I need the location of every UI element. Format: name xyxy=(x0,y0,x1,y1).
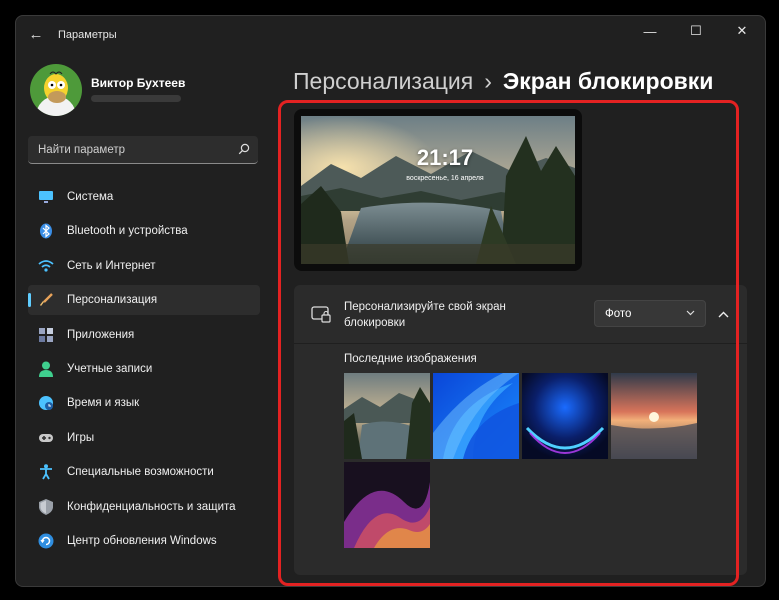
sidebar-item-gaming[interactable]: Игры xyxy=(28,423,260,453)
sidebar-item-label: Игры xyxy=(67,431,95,444)
wifi-icon xyxy=(38,258,54,274)
gamepad-icon xyxy=(38,430,54,446)
sidebar-item-privacy[interactable]: Конфиденциальность и защита xyxy=(28,492,260,522)
search-box[interactable]: Найти параметр xyxy=(28,136,258,164)
sidebar-item-bluetooth[interactable]: Bluetooth и устройства xyxy=(28,216,260,246)
sidebar-item-label: Конфиденциальность и защита xyxy=(67,500,236,513)
sidebar-item-label: Система xyxy=(67,191,114,203)
sidebar-item-windows-update[interactable]: Центр обновления Windows xyxy=(28,526,260,556)
maximize-button[interactable]: ☐ xyxy=(673,16,719,46)
globe-clock-icon xyxy=(38,395,54,411)
accessibility-icon xyxy=(38,464,54,480)
sidebar-item-accessibility[interactable]: Специальные возможности xyxy=(28,457,260,487)
sidebar-nav: Система Bluetooth и устройства Сеть и Ин… xyxy=(28,182,260,560)
breadcrumb-parent[interactable]: Персонализация xyxy=(293,68,473,94)
sidebar-item-system[interactable]: Система xyxy=(28,182,260,212)
sidebar-item-label: Центр обновления Windows xyxy=(67,534,217,547)
user-email-blurred xyxy=(91,95,181,102)
sidebar-item-accounts[interactable]: Учетные записи xyxy=(28,354,260,384)
update-icon xyxy=(38,533,54,549)
brush-icon xyxy=(38,292,54,308)
app-title: Параметры xyxy=(58,29,117,41)
shield-icon xyxy=(38,498,54,515)
breadcrumb: Персонализация › Экран блокировки xyxy=(293,68,713,95)
sidebar-item-personalization[interactable]: Персонализация xyxy=(28,285,260,316)
close-button[interactable]: ✕ xyxy=(719,16,765,46)
search-input[interactable]: Найти параметр xyxy=(38,144,125,156)
avatar xyxy=(30,64,82,116)
sidebar-item-network[interactable]: Сеть и Интернет xyxy=(28,251,260,281)
breadcrumb-separator: › xyxy=(484,68,492,94)
monitor-icon xyxy=(38,189,54,205)
user-name: Виктор Бухтеев xyxy=(91,76,186,90)
bluetooth-icon xyxy=(38,223,54,239)
sidebar-item-time-language[interactable]: Время и язык xyxy=(28,388,260,418)
sidebar-item-label: Приложения xyxy=(67,328,135,341)
highlight-annotation xyxy=(278,100,739,586)
sidebar-item-apps[interactable]: Приложения xyxy=(28,320,260,350)
sidebar-item-label: Специальные возможности xyxy=(67,466,214,479)
sidebar-item-label: Время и язык xyxy=(67,397,140,410)
back-button[interactable]: ← xyxy=(24,22,48,46)
sidebar-item-label: Персонализация xyxy=(67,294,158,307)
person-icon xyxy=(38,361,54,377)
title-bar: ← Параметры — ☐ ✕ xyxy=(16,16,765,52)
sidebar-item-label: Сеть и Интернет xyxy=(67,259,156,272)
sidebar-item-label: Bluetooth и устройства xyxy=(67,225,188,238)
search-icon[interactable] xyxy=(238,143,250,155)
minimize-button[interactable]: — xyxy=(627,16,673,46)
arrow-left-icon: ← xyxy=(28,25,44,43)
sidebar-item-label: Учетные записи xyxy=(67,362,153,375)
page-title: Экран блокировки xyxy=(502,68,714,94)
apps-icon xyxy=(38,327,54,343)
